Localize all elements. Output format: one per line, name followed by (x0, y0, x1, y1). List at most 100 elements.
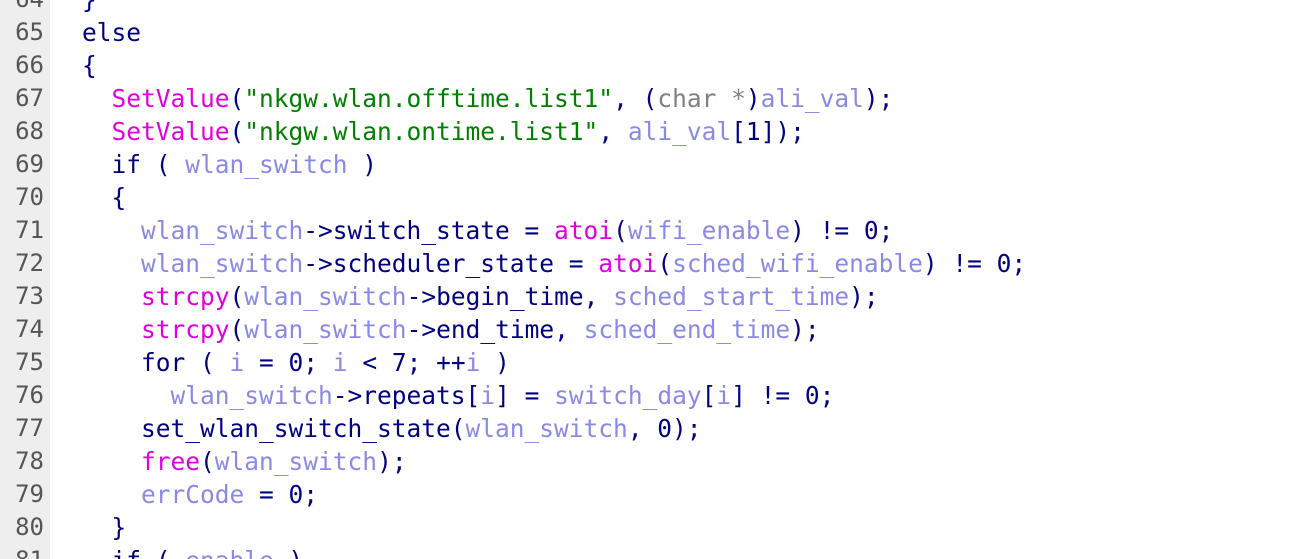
code-token: , (598, 117, 628, 146)
code-token: errCode (141, 480, 245, 509)
code-line[interactable]: 64} (0, 0, 1290, 16)
code-line[interactable]: 74 strcpy(wlan_switch->end_time, sched_e… (0, 313, 1290, 346)
code-token: ali_val (760, 84, 864, 113)
line-number: 69 (15, 150, 44, 178)
code-line[interactable]: 70 { (0, 181, 1290, 214)
code-token: strcpy (141, 282, 230, 311)
code-token: ); (377, 447, 407, 476)
code-text: set_wlan_switch_state(wlan_switch, 0); (82, 412, 702, 445)
line-number: 76 (15, 381, 44, 409)
code-text: strcpy(wlan_switch->end_time, sched_end_… (82, 313, 820, 346)
code-token: atoi (554, 216, 614, 245)
code-token: ) != 0; (922, 249, 1027, 278)
code-token: ->switch_state = (303, 216, 555, 245)
code-token: wlan_switch (185, 150, 348, 179)
code-token: ) != 0; (790, 216, 894, 245)
code-token: ( (229, 117, 245, 146)
code-token: if ( (82, 546, 185, 559)
line-number: 65 (15, 18, 44, 46)
code-token: enable (185, 546, 274, 559)
code-line[interactable]: 80 } (0, 511, 1290, 544)
code-token: i (465, 348, 481, 377)
code-line[interactable]: 77 set_wlan_switch_state(wlan_switch, 0)… (0, 412, 1290, 445)
line-number: 73 (15, 282, 44, 310)
code-token: ); (863, 84, 894, 113)
code-text: if ( wlan_switch ) (82, 148, 378, 181)
code-token: { (82, 51, 97, 80)
code-token: "nkgw.wlan.ontime.list1" (244, 117, 599, 146)
code-token: ) (745, 84, 761, 113)
code-token: switch_day (554, 381, 702, 410)
code-token: wlan_switch (244, 315, 407, 344)
code-text: strcpy(wlan_switch->begin_time, sched_st… (82, 280, 879, 313)
line-number: 78 (15, 447, 44, 475)
code-area[interactable]: 64} 65 else66{67 SetValue("nkgw.wlan.offti… (0, 0, 1290, 559)
code-token: ( (613, 216, 628, 245)
code-token: i (332, 348, 348, 377)
code-text: SetValue("nkgw.wlan.ontime.list1", ali_v… (82, 115, 805, 148)
line-number: 67 (15, 84, 44, 112)
code-token: strcpy (141, 315, 230, 344)
code-token: ( (229, 315, 245, 344)
code-line[interactable]: 68 SetValue("nkgw.wlan.ontime.list1", al… (0, 115, 1290, 148)
code-token: i (229, 348, 245, 377)
code-text: wlan_switch->switch_state = atoi(wifi_en… (82, 214, 893, 247)
code-line[interactable]: 65 else (0, 16, 1290, 49)
code-token: ( (657, 249, 673, 278)
code-token: = 0; (244, 348, 333, 377)
code-line[interactable]: 73 strcpy(wlan_switch->begin_time, sched… (0, 280, 1290, 313)
code-text: if ( enable ) (82, 544, 304, 559)
code-token: ->begin_time, (406, 282, 614, 311)
code-line[interactable]: 71 wlan_switch->switch_state = atoi(wifi… (0, 214, 1290, 247)
code-token: wlan_switch (141, 216, 304, 245)
line-number: 68 (15, 117, 44, 145)
code-token: sched_wifi_enable (672, 249, 923, 278)
code-token: SetValue (111, 84, 230, 113)
code-token: = 0; (244, 480, 319, 509)
line-number: 75 (15, 348, 44, 376)
code-token: if ( (82, 150, 186, 179)
code-line[interactable]: 72 wlan_switch->scheduler_state = atoi(s… (0, 247, 1290, 280)
code-line[interactable]: 79 errCode = 0; (0, 478, 1290, 511)
code-token: ) (480, 348, 510, 377)
code-token: set_wlan_switch_state( (82, 414, 466, 443)
code-line[interactable]: 75 for ( i = 0; i < 7; ++i ) (0, 346, 1290, 379)
code-text: wlan_switch->scheduler_state = atoi(sche… (82, 247, 1026, 280)
code-token: ->end_time, (406, 315, 584, 344)
code-line[interactable]: 69 if ( wlan_switch ) (0, 148, 1290, 181)
code-token: i (716, 381, 732, 410)
code-text: for ( i = 0; i < 7; ++i ) (82, 346, 510, 379)
code-token: SetValue (111, 117, 230, 146)
code-token: < 7; ++ (347, 348, 466, 377)
code-text: } (82, 0, 97, 16)
line-number: 64 (0, 0, 44, 16)
code-line[interactable]: 81 if ( enable ) (0, 544, 1290, 559)
code-token: ->repeats[ (332, 381, 481, 410)
line-number: 80 (15, 513, 44, 541)
line-number: 70 (15, 183, 44, 211)
code-editor[interactable]: 64} 65 else66{67 SetValue("nkgw.wlan.offti… (0, 0, 1290, 559)
code-token: , 0); (627, 414, 702, 443)
code-token: ( (229, 84, 245, 113)
code-token: for ( (82, 348, 230, 377)
line-number: 71 (15, 216, 44, 244)
code-token: atoi (598, 249, 658, 278)
code-text: else (82, 16, 141, 49)
code-token: sched_end_time (583, 315, 791, 344)
code-line[interactable]: 76 wlan_switch->repeats[i] = switch_day[… (0, 379, 1290, 412)
code-text: free(wlan_switch); (82, 445, 407, 478)
code-token: ); (849, 282, 879, 311)
code-line[interactable]: 78 free(wlan_switch); (0, 445, 1290, 478)
code-line[interactable]: 66 { (0, 49, 1290, 82)
code-token: ] = (495, 381, 555, 410)
code-token: { (82, 183, 127, 212)
code-token: char * (657, 84, 746, 113)
code-token: wlan_switch (170, 381, 333, 410)
code-token: } (82, 513, 127, 542)
code-line[interactable]: 67 SetValue("nkgw.wlan.offtime.list1", (… (0, 82, 1290, 115)
code-token: ( (200, 447, 215, 476)
